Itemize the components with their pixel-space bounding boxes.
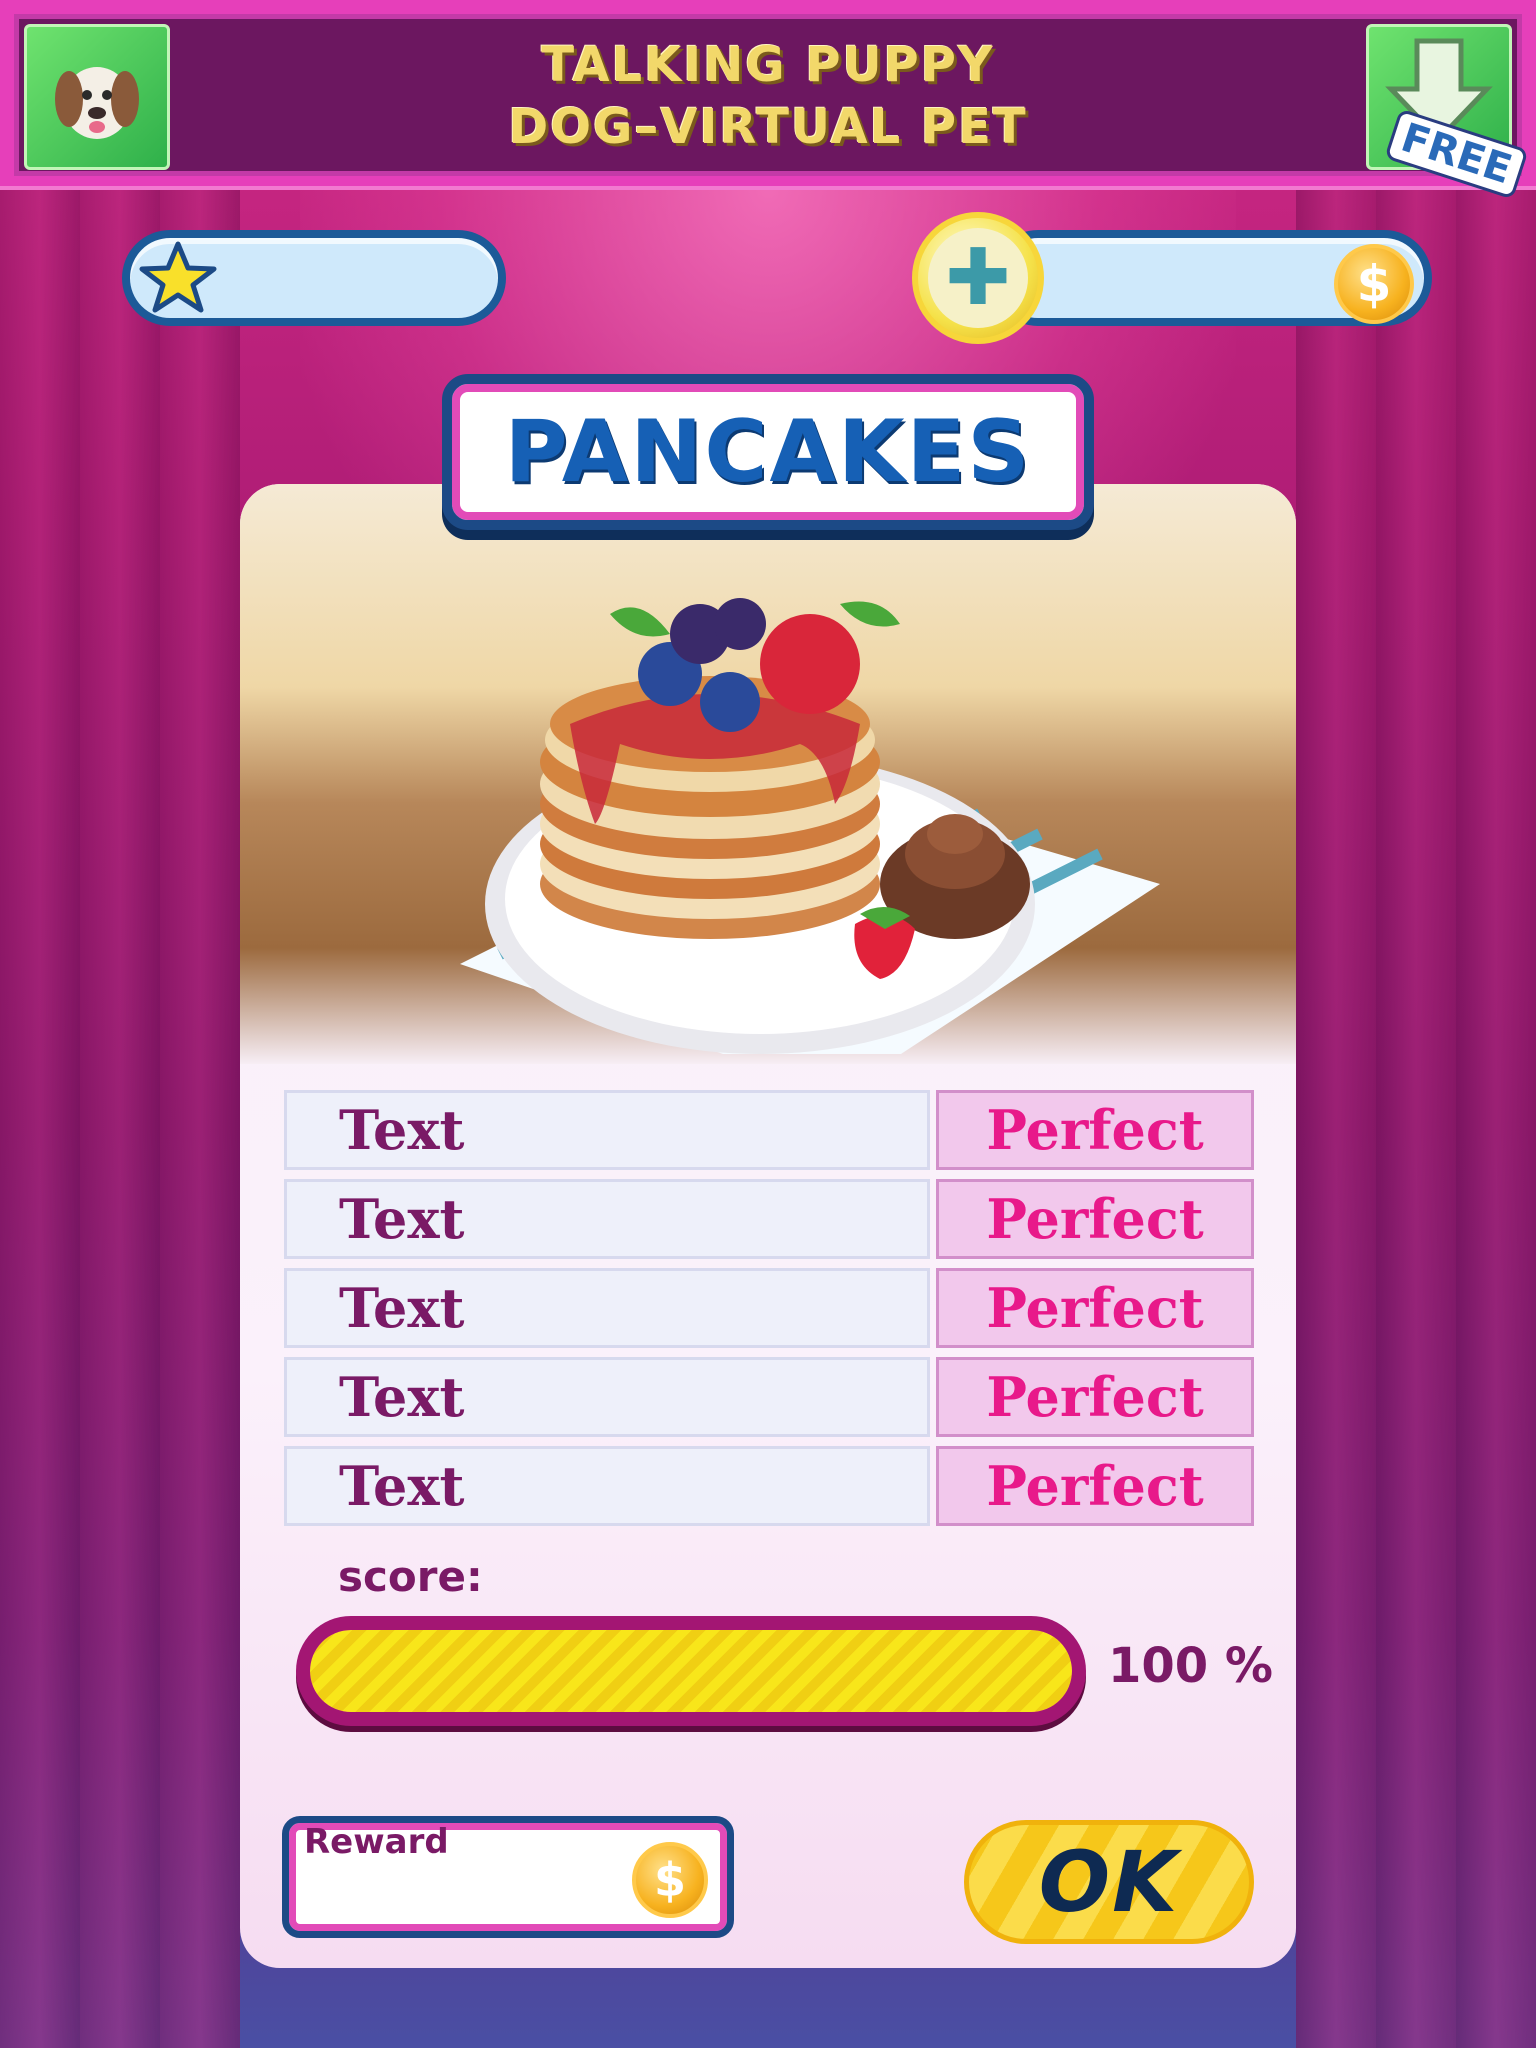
reward-coin-icon: $	[632, 1842, 708, 1918]
coin-icon: $	[1334, 244, 1414, 324]
right-curtain	[1296, 190, 1536, 2048]
ad-title-line-2: DOG–VIRTUAL PET	[508, 99, 1028, 155]
dish-title: PANCAKES	[504, 402, 1032, 502]
dish-title-plate: PANCAKES	[442, 374, 1094, 530]
score-progress-track	[310, 1630, 1072, 1712]
score-label: score:	[338, 1552, 483, 1601]
score-progress-bar	[296, 1616, 1086, 1726]
dish-image-area	[240, 484, 1296, 1064]
criteria-row: Text Perfect	[284, 1090, 1254, 1170]
criteria-row: Text Perfect	[284, 1268, 1254, 1348]
criteria-rating: Perfect	[936, 1268, 1254, 1348]
puppy-icon	[55, 67, 139, 139]
criteria-rating: Perfect	[936, 1090, 1254, 1170]
star-icon	[139, 241, 217, 313]
criteria-label: Text	[284, 1090, 930, 1170]
criteria-rating: Perfect	[936, 1446, 1254, 1526]
criteria-label: Text	[284, 1179, 930, 1259]
ad-title: TALKING PUPPY DOG–VIRTUAL PET	[300, 34, 1236, 158]
criteria-label: Text	[284, 1268, 930, 1348]
puppy-app-icon[interactable]	[24, 24, 170, 170]
reward-label: Reward	[304, 1822, 449, 1862]
criteria-label: Text	[284, 1357, 930, 1437]
ok-button[interactable]: OK	[964, 1820, 1254, 1944]
left-curtain	[0, 190, 240, 2048]
add-coins-button[interactable]: ✚	[912, 212, 1044, 344]
score-progress-fill	[310, 1630, 1072, 1712]
criteria-row: Text Perfect	[284, 1179, 1254, 1259]
ok-button-label: OK	[1038, 1833, 1180, 1931]
criteria-row: Text Perfect	[284, 1357, 1254, 1437]
ad-title-line-1: TALKING PUPPY	[541, 37, 995, 93]
criteria-label: Text	[284, 1446, 930, 1526]
criteria-row: Text Perfect	[284, 1446, 1254, 1526]
criteria-rating: Perfect	[936, 1179, 1254, 1259]
pancakes-image	[460, 598, 1160, 1054]
criteria-rating: Perfect	[936, 1357, 1254, 1437]
score-percent: 100 %	[1108, 1638, 1273, 1694]
plus-icon: ✚	[928, 228, 1028, 328]
criteria-list: Text Perfect Text Perfect Text Perfect T…	[284, 1090, 1254, 1535]
